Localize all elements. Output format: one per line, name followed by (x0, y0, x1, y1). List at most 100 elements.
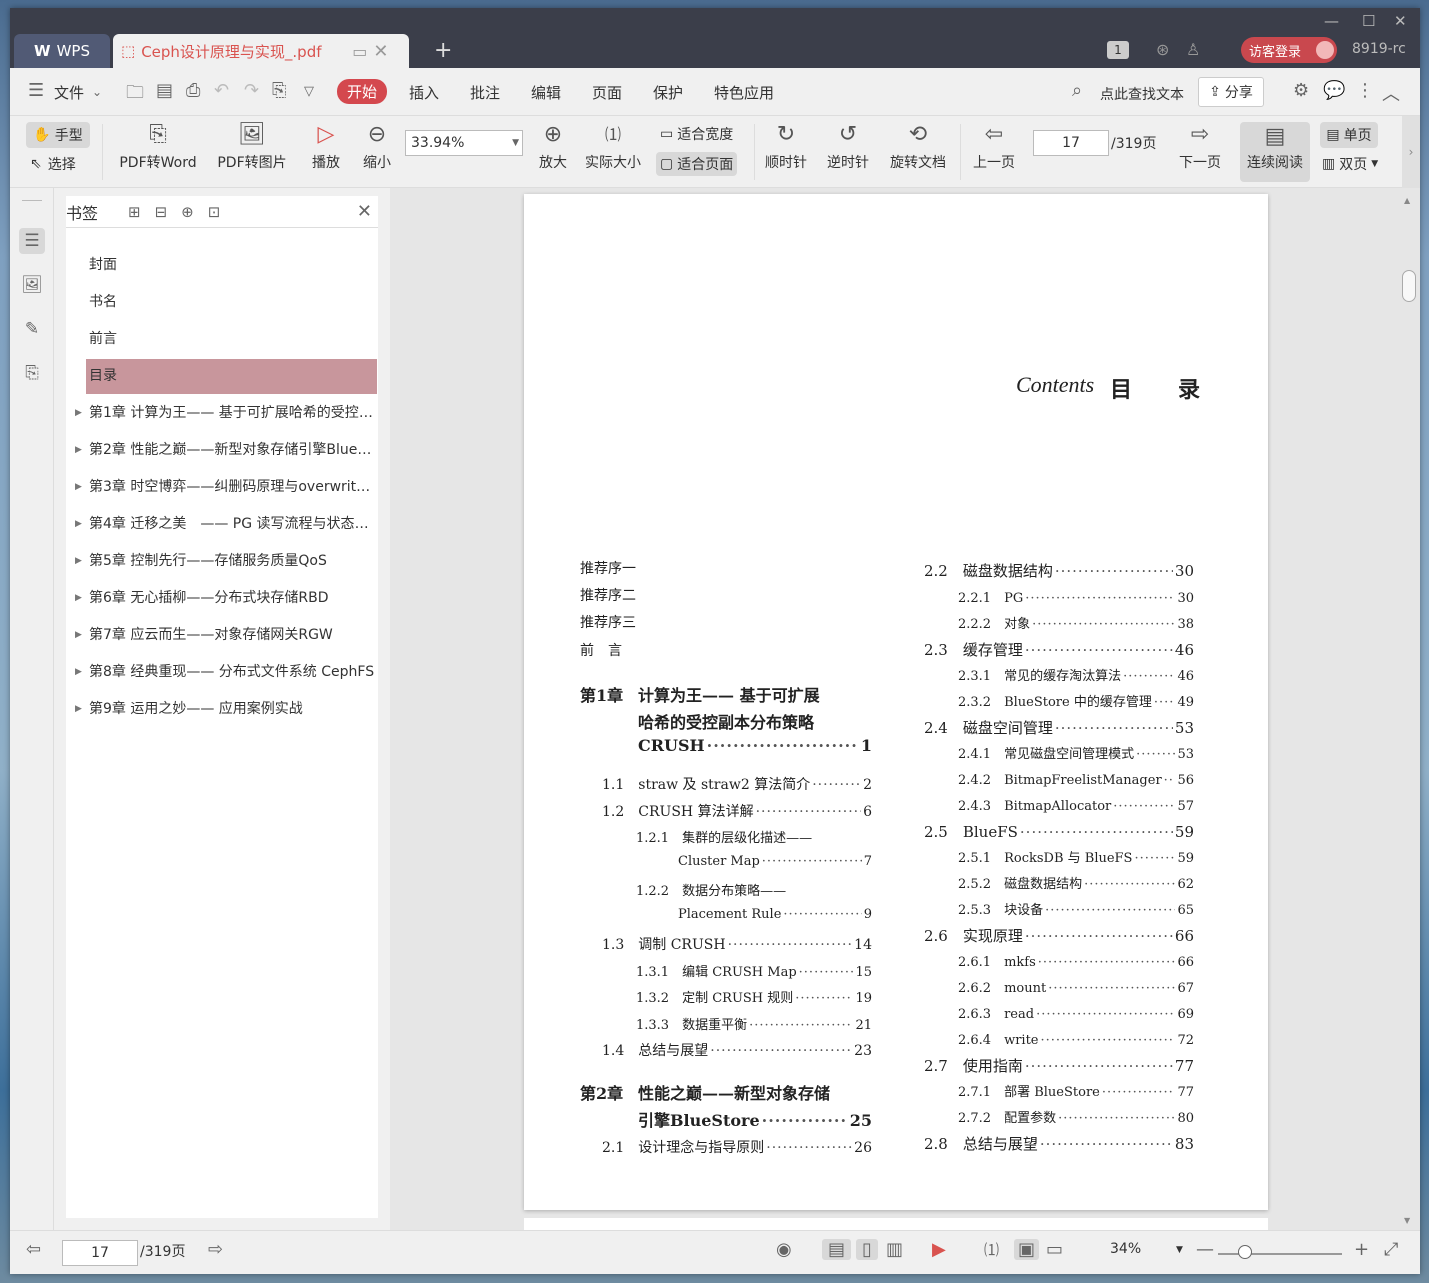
bookmark-item[interactable]: 第5章 控制先行——存储服务质量QoS (86, 544, 377, 579)
play-icon[interactable]: ▶ (932, 1239, 946, 1260)
bookmark-icon[interactable]: ⊡ (208, 203, 221, 221)
search-text-field[interactable]: 点此查找文本 (1100, 84, 1184, 104)
menu-special[interactable]: 特色应用 (714, 82, 774, 103)
menu-start[interactable]: 开始 (337, 79, 388, 104)
bookmark-item[interactable]: 第7章 应云而生——对象存储网关RGW (86, 618, 377, 653)
expand-all-icon[interactable]: ⊞ (128, 203, 141, 221)
open-folder-icon[interactable]: 🗀 (126, 80, 144, 110)
fit-width-icon[interactable]: ▭ (1046, 1239, 1063, 1260)
collapse-ribbon-icon[interactable]: ︿ (1382, 80, 1400, 106)
select-tool-button[interactable]: ⇖ 选择 (30, 154, 76, 174)
more-down-icon[interactable]: ▽ (304, 84, 314, 99)
bookmark-item[interactable]: 第6章 无心插柳——分布式块存储RBD (86, 581, 377, 616)
status-page-input[interactable]: 17 (62, 1240, 138, 1266)
save-icon[interactable]: ▤ (156, 80, 173, 101)
close-window-icon[interactable]: ✕ (1394, 12, 1407, 30)
bookmark-panel-icon[interactable]: ☰ (19, 228, 45, 254)
new-tab-button[interactable]: + (434, 38, 452, 63)
tab-document[interactable]: ⬚ Ceph设计原理与实现_.pdf ▭ ✕ (113, 34, 409, 68)
fit-width-button[interactable]: ▭ 适合宽度 (656, 122, 737, 146)
expand-arrow-icon[interactable]: ▶ (75, 408, 82, 418)
minimize-icon[interactable]: — (1324, 12, 1339, 30)
menu-annotate[interactable]: 批注 (470, 82, 500, 103)
expand-arrow-icon[interactable]: ▶ (75, 519, 82, 529)
fullscreen-icon[interactable]: ⤢ (1384, 1239, 1398, 1260)
next-page-button[interactable]: ⇨ 下一页 (1176, 118, 1224, 172)
actual-size-button[interactable]: ⑴ 实际大小 (582, 118, 644, 172)
hamburger-icon[interactable]: ☰ (28, 80, 44, 101)
annotation-icon[interactable]: ✎ (19, 316, 45, 342)
chevron-down-icon[interactable]: ⌄ (92, 85, 102, 99)
bookmark-item[interactable]: 第9章 运用之妙—— 应用案例实战 (86, 692, 377, 727)
bookmark-item-active[interactable]: 目录 (86, 359, 377, 394)
scroll-up-icon[interactable]: ▲ (1404, 196, 1410, 205)
double-page-button[interactable]: ▥ 双页 ▼ (1322, 154, 1378, 174)
bookmark-item[interactable]: 第3章 时空博弈——纠删码原理与overwrite支持 (86, 470, 377, 505)
scroll-down-icon[interactable]: ▼ (1404, 1216, 1410, 1225)
expand-arrow-icon[interactable]: ▶ (75, 630, 82, 640)
play-button[interactable]: ▷ 播放 (306, 118, 346, 172)
expand-arrow-icon[interactable]: ▶ (75, 667, 82, 677)
bookmark-item[interactable]: 第8章 经典重现—— 分布式文件系统 CephFS (86, 655, 377, 690)
bookmark-item[interactable]: 前言 (86, 322, 377, 357)
zoom-plus-icon[interactable]: + (1354, 1239, 1369, 1260)
prev-page-button[interactable]: ⇦ 上一页 (970, 118, 1018, 172)
expand-arrow-icon[interactable]: ▶ (75, 445, 82, 455)
status-zoom[interactable]: 34% (1110, 1241, 1141, 1257)
bookmark-item[interactable]: 第4章 迁移之美 —— PG 读写流程与状态迁移详解 (86, 507, 377, 542)
menu-protect[interactable]: 保护 (653, 82, 683, 103)
menu-file[interactable]: 文件 (54, 82, 84, 103)
prev-page-icon[interactable]: ⇦ (26, 1239, 41, 1260)
next-page-icon[interactable]: ⇨ (208, 1239, 223, 1260)
bookmark-item[interactable]: 封面 (86, 248, 377, 283)
bookmark-item[interactable]: 第2章 性能之巅——新型对象存储引擎BlueStore (86, 433, 377, 468)
continuous-view-icon[interactable]: ▤ (822, 1239, 852, 1260)
zoom-select[interactable]: 33.94% ▼ (405, 130, 523, 156)
rotate-clockwise-button[interactable]: ↻ 顺时针 (762, 118, 810, 172)
single-view-icon[interactable]: ▯ (856, 1239, 878, 1260)
expand-arrow-icon[interactable]: ▶ (75, 482, 82, 492)
expand-arrow-icon[interactable]: ▶ (75, 704, 82, 714)
expand-arrow-icon[interactable]: ▶ (75, 593, 82, 603)
zoom-minus-icon[interactable]: — (1196, 1239, 1214, 1260)
page-number-input[interactable]: 17 (1033, 130, 1109, 156)
menu-edit[interactable]: 编辑 (531, 82, 561, 103)
comment-icon[interactable]: 💬 (1323, 80, 1345, 101)
pdf-to-image-button[interactable]: 🖼 PDF转图片 (212, 118, 292, 172)
skin-icon[interactable]: ♙ (1186, 40, 1200, 59)
add-bookmark-icon[interactable]: ⊕ (181, 203, 194, 221)
hand-tool-button[interactable]: ✋ 手型 (26, 122, 90, 148)
menu-page[interactable]: 页面 (592, 82, 622, 103)
eye-protection-icon[interactable]: ◉ (776, 1239, 792, 1260)
fit-page-button[interactable]: ▢ 适合页面 (656, 152, 738, 176)
close-tab-icon[interactable]: ✕ (373, 41, 388, 62)
rotate-document-button[interactable]: ⟲ 旋转文档 (886, 118, 950, 172)
redo-icon[interactable]: ↷ (244, 80, 259, 101)
close-panel-icon[interactable]: ✕ (357, 201, 372, 222)
zoom-in-button[interactable]: ⊕ 放大 (534, 118, 572, 172)
guest-login-button[interactable]: 访客登录 (1241, 37, 1337, 63)
continuous-read-button[interactable]: ▤ 连续阅读 (1240, 122, 1310, 182)
window-icon[interactable]: ▭ (352, 42, 367, 61)
window-count-badge[interactable]: 1 (1107, 41, 1129, 59)
vertical-scrollbar[interactable] (1402, 270, 1416, 302)
pdf-to-word-button[interactable]: ⎘ PDF转Word (112, 118, 204, 172)
collapse-all-icon[interactable]: ⊟ (155, 203, 168, 221)
zoom-slider-knob[interactable] (1238, 1245, 1252, 1259)
settings-icon[interactable]: ⚙ (1293, 80, 1309, 101)
document-viewer[interactable]: Contents 目录 推荐序一 推荐序二 推荐序三前 言第1章 计算为王—— 基于可… (390, 188, 1420, 1230)
maximize-icon[interactable]: ☐ (1362, 12, 1375, 30)
share-button[interactable]: ⇪ 分享 (1198, 77, 1264, 107)
chevron-down-icon[interactable]: ▼ (1176, 1245, 1183, 1255)
drag-handle[interactable] (22, 200, 42, 201)
expand-arrow-icon[interactable]: ▶ (75, 556, 82, 566)
undo-icon[interactable]: ↶ (214, 80, 229, 101)
bookmark-item[interactable]: 书名 (86, 285, 377, 320)
bookmark-item[interactable]: 第1章 计算为王—— 基于可扩展哈希的受控副本分布策略CRUSH (86, 396, 377, 431)
menu-insert[interactable]: 插入 (409, 82, 439, 103)
search-icon[interactable]: ⌕ (1072, 80, 1082, 101)
tab-wps-home[interactable]: W WPS (14, 34, 110, 68)
fit-page-icon[interactable]: ▣ (1014, 1239, 1040, 1260)
export-icon[interactable]: ⎘ (272, 80, 286, 101)
single-page-button[interactable]: ▤ 单页 (1320, 122, 1378, 148)
